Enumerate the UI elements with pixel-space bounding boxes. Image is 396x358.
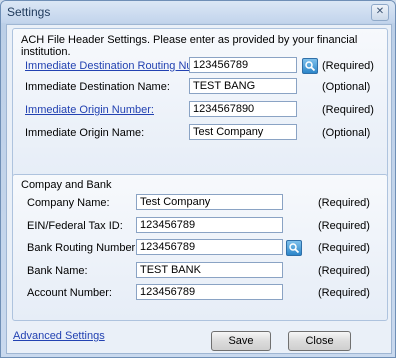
required-note: (Required) (322, 60, 374, 72)
required-note: (Required) (318, 242, 370, 254)
immediate-destination-name-field[interactable]: TEST BANG (189, 78, 297, 94)
search-icon[interactable] (302, 58, 318, 74)
immediate-origin-name-label: Immediate Origin Name: (25, 127, 145, 139)
optional-note: (Optional) (322, 127, 371, 139)
immediate-destination-name-label: Immediate Destination Name: (25, 81, 170, 93)
required-note: (Required) (318, 197, 370, 209)
bank-name-field[interactable]: TEST BANK (136, 262, 283, 278)
close-icon[interactable]: ✕ (371, 4, 389, 21)
account-number-field[interactable]: 123456789 (136, 284, 283, 300)
save-button[interactable]: Save (211, 331, 271, 351)
bank-routing-field[interactable]: 123456789 (136, 239, 283, 255)
ach-settings-group: ACH File Header Settings. Please enter a… (12, 28, 388, 178)
title-bar[interactable]: Settings ✕ (1, 1, 395, 23)
account-number-label: Account Number: (27, 287, 112, 299)
window-title: Settings (7, 5, 51, 19)
ach-heading: ACH File Header Settings. Please enter a… (21, 34, 358, 58)
settings-window: Settings ✕ ACH File Header Settings. Ple… (0, 0, 396, 358)
immediate-destination-routing-field[interactable]: 123456789 (189, 57, 297, 73)
immediate-origin-number-link[interactable]: Immediate Origin Number: (25, 104, 154, 116)
immediate-origin-name-field[interactable]: Test Company (189, 124, 297, 140)
ein-field[interactable]: 123456789 (136, 217, 283, 233)
advanced-settings-link[interactable]: Advanced Settings (13, 330, 105, 342)
ein-label: EIN/Federal Tax ID: (27, 220, 123, 232)
required-note: (Required) (322, 104, 374, 116)
close-button[interactable]: Close (288, 331, 351, 351)
company-bank-heading: Compay and Bank (21, 179, 112, 191)
bank-routing-label: Bank Routing Number: (27, 242, 139, 254)
required-note: (Required) (318, 220, 370, 232)
required-note: (Required) (318, 287, 370, 299)
company-name-label: Company Name: (27, 197, 110, 209)
company-name-field[interactable]: Test Company (136, 194, 283, 210)
bank-name-label: Bank Name: (27, 265, 88, 277)
company-bank-group: Compay and Bank Company Name: Test Compa… (12, 174, 388, 321)
dialog-body: ACH File Header Settings. Please enter a… (6, 24, 392, 354)
optional-note: (Optional) (322, 81, 371, 93)
search-icon[interactable] (286, 240, 302, 256)
immediate-origin-number-field[interactable]: 1234567890 (189, 101, 297, 117)
required-note: (Required) (318, 265, 370, 277)
